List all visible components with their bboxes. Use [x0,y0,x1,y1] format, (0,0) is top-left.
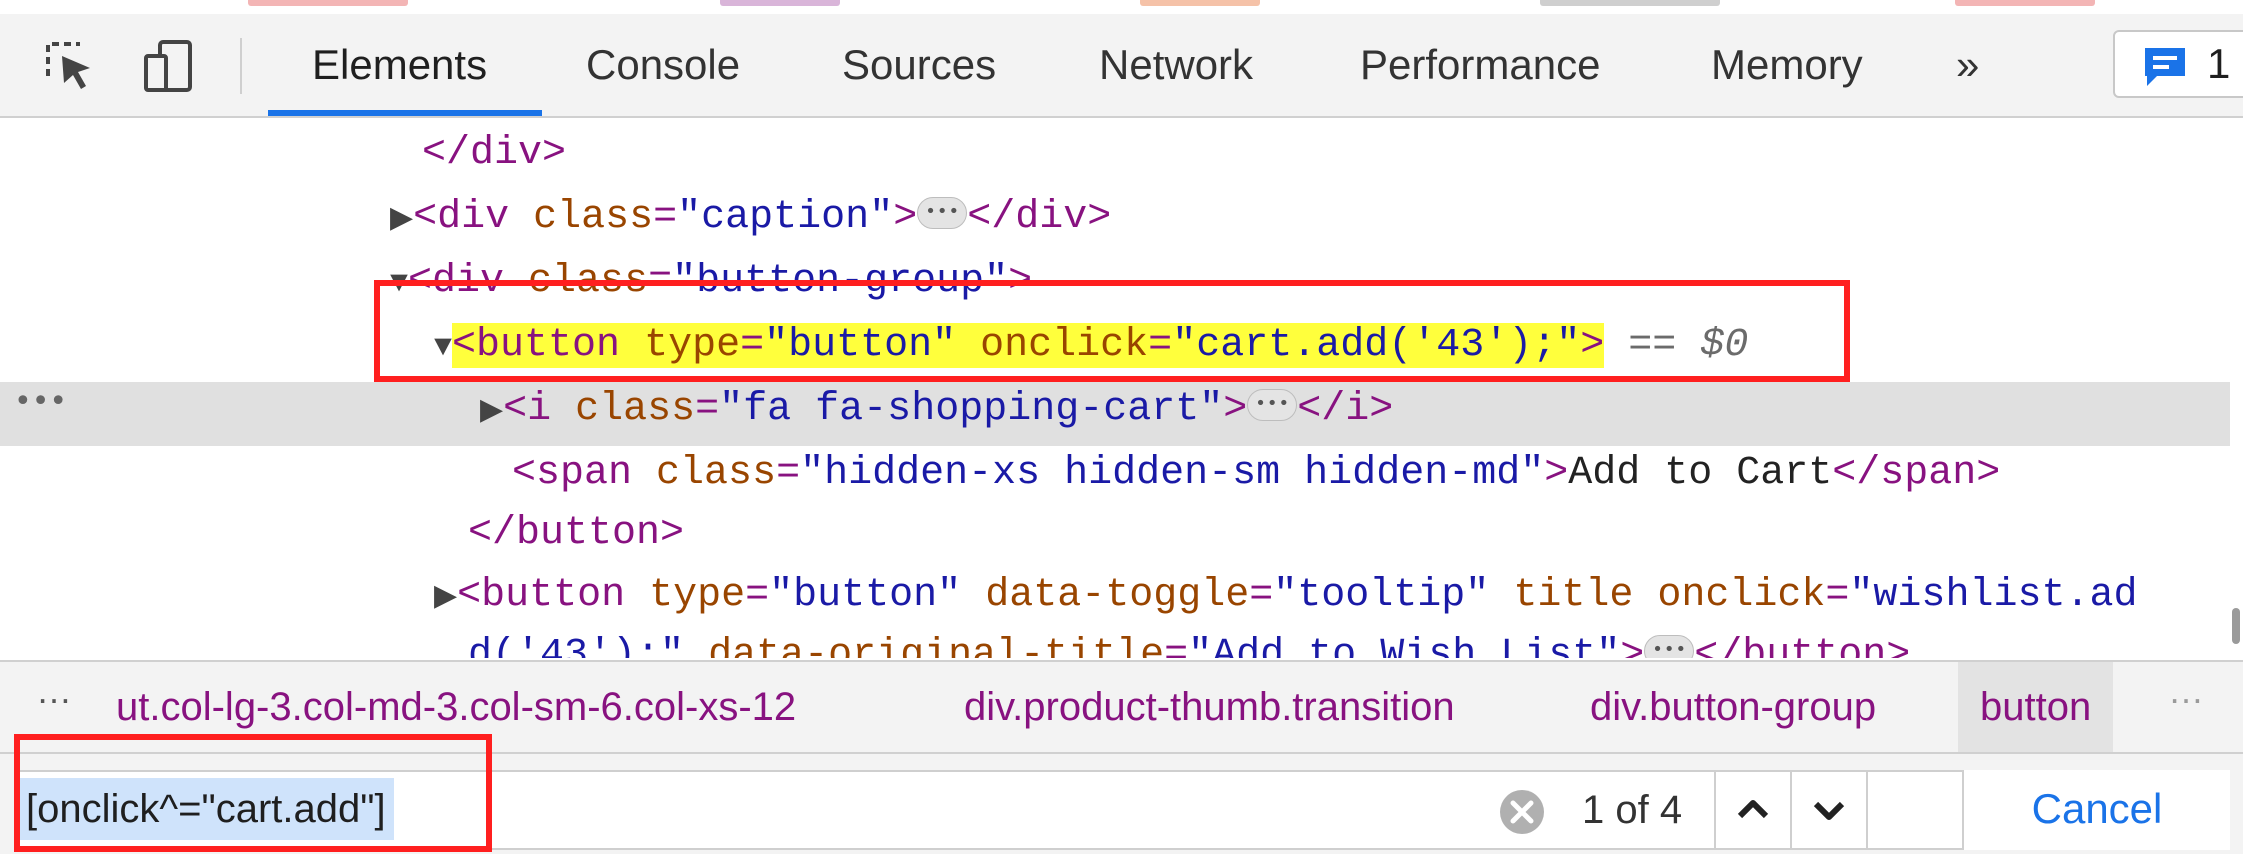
attribute-value: "button" [769,573,962,618]
attribute-value: d('43');" [468,633,685,658]
tag-close: > [893,195,918,240]
tab-elements[interactable]: Elements [312,14,487,116]
next-match-button[interactable] [1790,770,1868,850]
text-node: Add to Cart [1568,451,1833,496]
match-count: 1 of 4 [1582,788,1683,832]
collapsed-content-icon[interactable] [1247,372,1298,436]
breadcrumb-more-left[interactable]: … [36,670,74,712]
issues-count: 1 [2207,40,2231,87]
attribute-value: "hidden-xs hidden-sm hidden-md" [800,451,1545,496]
tag-end: </button> [1694,633,1911,658]
dom-line[interactable]: </button> [468,502,684,566]
attribute-name: data-original-title [708,633,1165,658]
cancel-button[interactable]: Cancel [1962,770,2230,850]
dom-line-icon[interactable]: ▶<i class="fa fa-shopping-cart"> </i> [480,372,1394,442]
attribute-value: "tooltip" [1273,573,1490,618]
attribute-name: type [649,573,746,618]
dom-line[interactable]: </div> [422,122,566,186]
attribute-name: class [656,451,777,496]
annotation-box-selected-node [374,280,1850,382]
attribute-name: class [533,195,654,240]
issues-button[interactable]: 1 [2113,30,2243,98]
tab-performance[interactable]: Performance [1360,14,1600,116]
expand-triangle-icon[interactable]: ▶ [434,581,457,615]
equals-sign: = [695,387,720,432]
tag-open: <button [457,573,626,618]
annotation-box-search-query [14,734,492,852]
dom-tree-scrollbar[interactable] [2232,608,2240,644]
tag-open: <div [413,195,510,240]
attribute-name: data-toggle [985,573,1250,618]
tab-network[interactable]: Network [1099,14,1253,116]
breadcrumb-item[interactable]: div.product-thumb.transition [964,662,1455,752]
tag-close: > [1544,451,1569,496]
inspect-element-icon[interactable] [40,36,100,96]
tag-open: <i [503,387,552,432]
attribute-value: "caption" [677,195,894,240]
active-tab-indicator [268,110,542,116]
expand-triangle-icon[interactable]: ▶ [390,203,413,237]
dom-line-span[interactable]: <span class="hidden-xs hidden-sm hidden-… [512,442,2000,506]
expand-triangle-icon[interactable]: ▶ [480,395,503,429]
devtools-toolbar: Elements Console Sources Network Perform… [0,14,2243,118]
breadcrumb-more-right[interactable]: … [2168,670,2206,712]
device-toolbar-icon[interactable] [140,36,200,96]
toolbar-separator [240,38,242,94]
chevron-up-icon [1737,800,1769,819]
breadcrumb-item[interactable]: div.button-group [1590,662,1876,752]
tag-open: <span [512,451,633,496]
tab-console[interactable]: Console [586,14,740,116]
tag-end: </i> [1297,387,1394,432]
tab-sources[interactable]: Sources [842,14,996,116]
dom-line-wishlist-continued[interactable]: d('43');" data-original-title="Add to Wi… [468,618,1911,658]
tag-end: </span> [1832,451,2001,496]
tab-memory[interactable]: Memory [1711,14,1863,116]
equals-sign: = [776,451,801,496]
attribute-value: "Add to Wish List" [1188,633,1621,658]
breadcrumb-item-active[interactable]: button [1958,662,2114,752]
equals-sign: = [1164,633,1189,658]
clear-icon[interactable] [1498,788,1546,836]
dom-line-caption[interactable]: ▶<div class="caption"> </div> [390,180,1112,250]
collapsed-content-icon[interactable] [917,180,968,244]
tag-end: </div> [967,195,1112,240]
attribute-name: title [1513,573,1634,618]
tag-close: > [1223,387,1248,432]
equals-sign: = [1825,573,1850,618]
equals-sign: = [653,195,678,240]
equals-sign: = [745,573,770,618]
dom-line-wishlist-button[interactable]: ▶<button type="button" data-toggle="tool… [434,564,2137,628]
attribute-name: onclick [1657,573,1826,618]
collapsed-content-icon[interactable] [1644,618,1695,658]
attribute-value: "fa fa-shopping-cart" [719,387,1224,432]
node-actions-button[interactable]: ••• [14,384,67,419]
closing-tag: </div> [422,131,567,176]
message-icon [2145,48,2185,86]
closing-tag: </button> [468,511,685,556]
tag-close: > [1620,633,1645,658]
previous-match-button[interactable] [1714,770,1792,850]
attribute-value: "wishlist.ad [1849,573,2138,618]
dom-tree-panel: ••• </div> ▶<div class="caption"></div> … [0,118,2243,658]
attribute-name: class [575,387,696,432]
chevron-down-icon [1813,801,1845,820]
equals-sign: = [1249,573,1274,618]
more-tabs-button[interactable]: » [1956,14,1979,116]
